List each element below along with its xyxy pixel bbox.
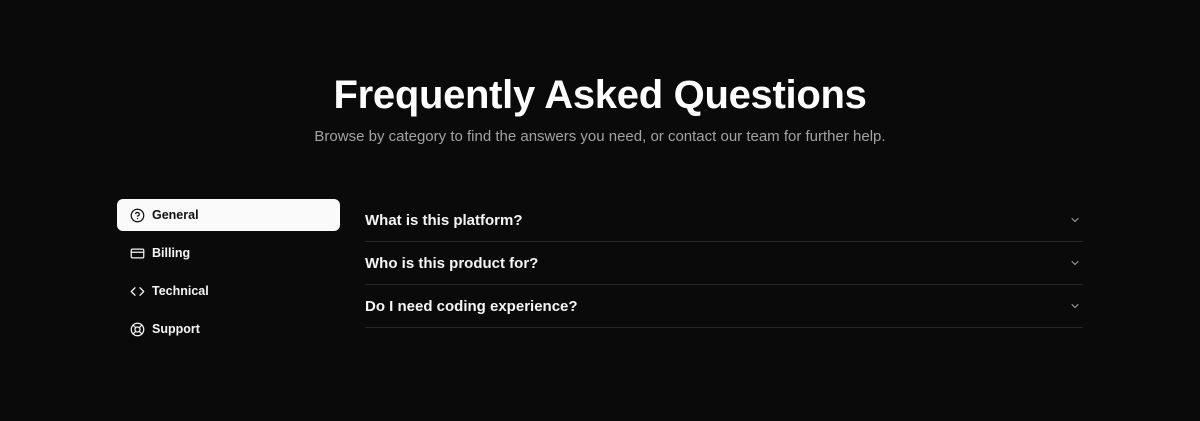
life-buoy-icon [130,322,145,337]
faq-question: Who is this product for? [365,254,539,272]
faq-item[interactable]: Who is this product for? [365,242,1083,285]
chevron-down-icon[interactable] [1069,214,1081,226]
sidebar-item-label: Billing [152,246,191,260]
code-icon [130,284,145,299]
sidebar-item-general[interactable]: General [117,199,340,231]
category-sidebar: General Billing Technical Support [117,199,340,351]
sidebar-item-label: Technical [152,284,209,298]
chevron-down-icon[interactable] [1069,300,1081,312]
credit-card-icon [130,246,145,261]
faq-list: What is this platform? Who is this produ… [365,199,1083,328]
sidebar-item-label: General [152,208,199,222]
faq-item[interactable]: Do I need coding experience? [365,285,1083,328]
faq-item[interactable]: What is this platform? [365,199,1083,242]
faq-question: Do I need coding experience? [365,297,578,315]
chevron-down-icon[interactable] [1069,257,1081,269]
page-subtitle: Browse by category to find the answers y… [314,128,886,145]
sidebar-item-support[interactable]: Support [117,313,340,345]
sidebar-item-technical[interactable]: Technical [117,275,340,307]
sidebar-item-billing[interactable]: Billing [117,237,340,269]
sidebar-item-label: Support [152,322,200,336]
faq-question: What is this platform? [365,211,523,229]
help-circle-icon [130,208,145,223]
page-title: Frequently Asked Questions [333,73,867,117]
faq-page: Frequently Asked Questions Browse by cat… [0,0,1200,421]
